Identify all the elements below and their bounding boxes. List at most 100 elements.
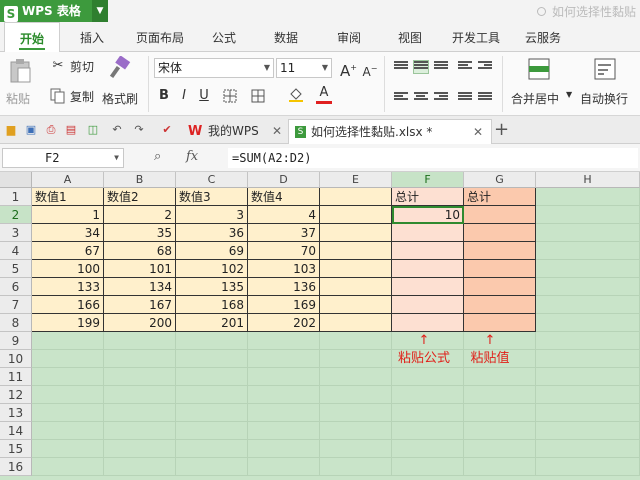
cell-b7[interactable]: 167 — [104, 296, 176, 314]
column-header-e[interactable]: E — [320, 172, 392, 188]
cell-e6[interactable] — [320, 278, 392, 296]
cell-e8[interactable] — [320, 314, 392, 332]
column-header-c[interactable]: C — [176, 172, 248, 188]
tab-review[interactable]: 审阅 — [337, 22, 361, 52]
spreadsheet-grid[interactable]: A B C D E F G H 1 数值1 数值2 数值3 数值4 总计 总计 2 1 2 3 4 10 3 34 35 36 3… — [0, 172, 640, 480]
format-painter-button[interactable]: 格式刷 — [100, 56, 142, 112]
fill-color-icon[interactable] — [288, 86, 304, 102]
row-header-1[interactable]: 1 — [0, 188, 32, 206]
cell-h3[interactable] — [536, 224, 640, 242]
folder-icon[interactable]: ▆ — [4, 123, 18, 137]
cell-g6[interactable] — [464, 278, 536, 296]
select-all-corner[interactable] — [0, 172, 32, 188]
cell-b8[interactable]: 200 — [104, 314, 176, 332]
cell-c16[interactable] — [176, 458, 248, 476]
tab-formulas[interactable]: 公式 — [212, 22, 236, 52]
row-header-4[interactable]: 4 — [0, 242, 32, 260]
cell-h11[interactable] — [536, 368, 640, 386]
cell-a6[interactable]: 133 — [32, 278, 104, 296]
cell-g4[interactable] — [464, 242, 536, 260]
cell-h16[interactable] — [536, 458, 640, 476]
cell-f2[interactable]: 10 — [392, 206, 464, 224]
pin-icon[interactable]: ✔ — [160, 123, 174, 137]
cell-f12[interactable] — [392, 386, 464, 404]
cell-b6[interactable]: 134 — [104, 278, 176, 296]
tab-cloud[interactable]: 云服务 — [525, 22, 561, 52]
cell-g12[interactable] — [464, 386, 536, 404]
row-header-7[interactable]: 7 — [0, 296, 32, 314]
cell-d1[interactable]: 数值4 — [248, 188, 320, 206]
cell-h1[interactable] — [536, 188, 640, 206]
cell-b4[interactable]: 68 — [104, 242, 176, 260]
cell-e16[interactable] — [320, 458, 392, 476]
row-header-15[interactable]: 15 — [0, 440, 32, 458]
cell-b13[interactable] — [104, 404, 176, 422]
cell-e5[interactable] — [320, 260, 392, 278]
cell-c14[interactable] — [176, 422, 248, 440]
cell-f1[interactable]: 总计 — [392, 188, 464, 206]
cell-c11[interactable] — [176, 368, 248, 386]
cell-b5[interactable]: 101 — [104, 260, 176, 278]
cell-h12[interactable] — [536, 386, 640, 404]
cell-g5[interactable] — [464, 260, 536, 278]
cell-a2[interactable]: 1 — [32, 206, 104, 224]
cell-c15[interactable] — [176, 440, 248, 458]
cell-d11[interactable] — [248, 368, 320, 386]
cell-d15[interactable] — [248, 440, 320, 458]
align-left-icon[interactable] — [394, 92, 408, 104]
cell-f14[interactable] — [392, 422, 464, 440]
cell-b12[interactable] — [104, 386, 176, 404]
cell-f6[interactable] — [392, 278, 464, 296]
zoom-icon[interactable]: ⌕ — [154, 149, 161, 164]
cell-g15[interactable] — [464, 440, 536, 458]
cell-g8[interactable] — [464, 314, 536, 332]
cell-c2[interactable]: 3 — [176, 206, 248, 224]
cell-g11[interactable] — [464, 368, 536, 386]
cell-b16[interactable] — [104, 458, 176, 476]
row-header-3[interactable]: 3 — [0, 224, 32, 242]
cell-e2[interactable] — [320, 206, 392, 224]
chevron-down-icon[interactable]: ▼ — [114, 149, 119, 167]
row-header-2[interactable]: 2 — [0, 206, 32, 224]
cell-a1[interactable]: 数值1 — [32, 188, 104, 206]
row-header-9[interactable]: 9 — [0, 332, 32, 350]
cell-h14[interactable] — [536, 422, 640, 440]
column-header-f[interactable]: F — [392, 172, 464, 188]
underline-icon[interactable]: U — [196, 88, 212, 104]
wrap-text-button[interactable]: 自动换行 — [578, 56, 638, 112]
cell-c5[interactable]: 102 — [176, 260, 248, 278]
cell-a11[interactable] — [32, 368, 104, 386]
align-bottom-icon[interactable] — [434, 61, 448, 73]
cell-e7[interactable] — [320, 296, 392, 314]
cell-e12[interactable] — [320, 386, 392, 404]
column-header-b[interactable]: B — [104, 172, 176, 188]
cell-a10[interactable] — [32, 350, 104, 368]
cell-b9[interactable] — [104, 332, 176, 350]
undo-icon[interactable]: ↶ — [110, 123, 124, 137]
help-search[interactable]: 如何选择性黏贴 — [536, 3, 636, 20]
tab-view[interactable]: 视图 — [398, 22, 422, 52]
cell-d7[interactable]: 169 — [248, 296, 320, 314]
cell-c1[interactable]: 数值3 — [176, 188, 248, 206]
cell-d10[interactable] — [248, 350, 320, 368]
cell-a7[interactable]: 166 — [32, 296, 104, 314]
cell-d5[interactable]: 103 — [248, 260, 320, 278]
print-icon[interactable]: ⎙ — [44, 123, 58, 137]
cell-a14[interactable] — [32, 422, 104, 440]
cell-h8[interactable] — [536, 314, 640, 332]
cut-button[interactable]: 剪切 — [70, 58, 94, 75]
merge-center-button[interactable]: 合并居中 ▼ — [508, 56, 572, 112]
cell-c9[interactable] — [176, 332, 248, 350]
cell-f11[interactable] — [392, 368, 464, 386]
print-preview-icon[interactable]: ◫ — [86, 123, 100, 137]
column-header-d[interactable]: D — [248, 172, 320, 188]
cell-a16[interactable] — [32, 458, 104, 476]
cell-h15[interactable] — [536, 440, 640, 458]
cell-c13[interactable] — [176, 404, 248, 422]
cell-f3[interactable] — [392, 224, 464, 242]
row-header-12[interactable]: 12 — [0, 386, 32, 404]
cell-a9[interactable] — [32, 332, 104, 350]
cell-a5[interactable]: 100 — [32, 260, 104, 278]
insert-function-button[interactable]: fx — [186, 149, 198, 164]
cell-d4[interactable]: 70 — [248, 242, 320, 260]
